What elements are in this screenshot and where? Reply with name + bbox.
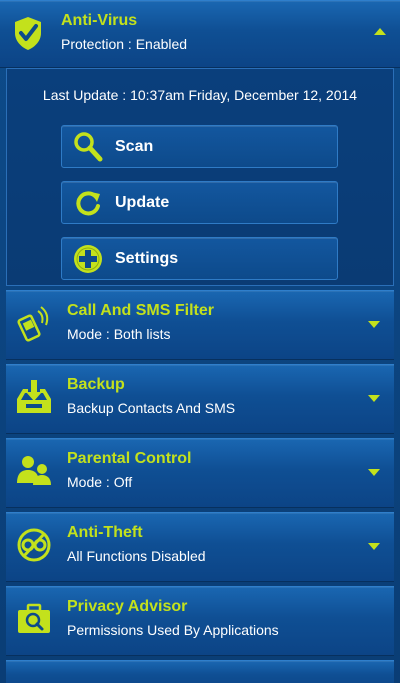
antivirus-panel: Last Update : 10:37am Friday, December 1… — [6, 68, 394, 286]
section-call-sms-filter[interactable]: Call And SMS Filter Mode : Both lists — [6, 290, 394, 360]
update-button[interactable]: Update — [61, 181, 338, 224]
chevron-up-icon[interactable] — [374, 28, 386, 35]
settings-button[interactable]: Settings — [61, 237, 338, 280]
parental-control-title: Parental Control — [67, 450, 192, 467]
scan-label: Scan — [115, 138, 154, 155]
settings-label: Settings — [115, 250, 179, 267]
family-icon — [14, 451, 54, 491]
anti-theft-title: Anti-Theft — [67, 524, 143, 541]
antivirus-title: Anti-Virus — [61, 12, 138, 29]
backup-tray-icon — [14, 377, 54, 417]
parental-control-subtitle: Mode : Off — [67, 474, 133, 490]
antivirus-subtitle: Protection : Enabled — [61, 36, 188, 52]
backup-title: Backup — [67, 376, 125, 393]
section-antivirus[interactable]: Anti-Virus Protection : Enabled — [0, 0, 400, 68]
update-label: Update — [115, 194, 170, 211]
section-privacy-advisor[interactable]: Privacy Advisor Permissions Used By Appl… — [6, 586, 394, 656]
chevron-down-icon[interactable] — [368, 543, 380, 550]
plus-icon — [72, 243, 104, 275]
phone-filter-icon — [14, 303, 54, 343]
privacy-advisor-subtitle: Permissions Used By Applications — [67, 622, 279, 638]
app-screen: Anti-Virus Protection : Enabled Last Upd… — [0, 0, 400, 683]
anti-theft-icon — [14, 525, 54, 565]
anti-theft-subtitle: All Functions Disabled — [67, 548, 206, 564]
call-sms-filter-title: Call And SMS Filter — [67, 302, 214, 319]
scan-button[interactable]: Scan — [61, 125, 338, 168]
section-backup[interactable]: Backup Backup Contacts And SMS — [6, 364, 394, 434]
backup-subtitle: Backup Contacts And SMS — [67, 400, 236, 416]
briefcase-search-icon — [14, 599, 54, 639]
last-update-text: Last Update : 10:37am Friday, December 1… — [42, 87, 358, 103]
section-partial[interactable] — [6, 660, 394, 683]
section-parental-control[interactable]: Parental Control Mode : Off — [6, 438, 394, 508]
call-sms-filter-subtitle: Mode : Both lists — [67, 326, 171, 342]
magnifier-icon — [72, 131, 104, 163]
chevron-down-icon[interactable] — [368, 469, 380, 476]
chevron-down-icon[interactable] — [368, 395, 380, 402]
privacy-advisor-title: Privacy Advisor — [67, 598, 188, 615]
shield-check-icon — [8, 13, 48, 53]
section-anti-theft[interactable]: Anti-Theft All Functions Disabled — [6, 512, 394, 582]
chevron-down-icon[interactable] — [368, 321, 380, 328]
refresh-icon — [72, 187, 104, 219]
